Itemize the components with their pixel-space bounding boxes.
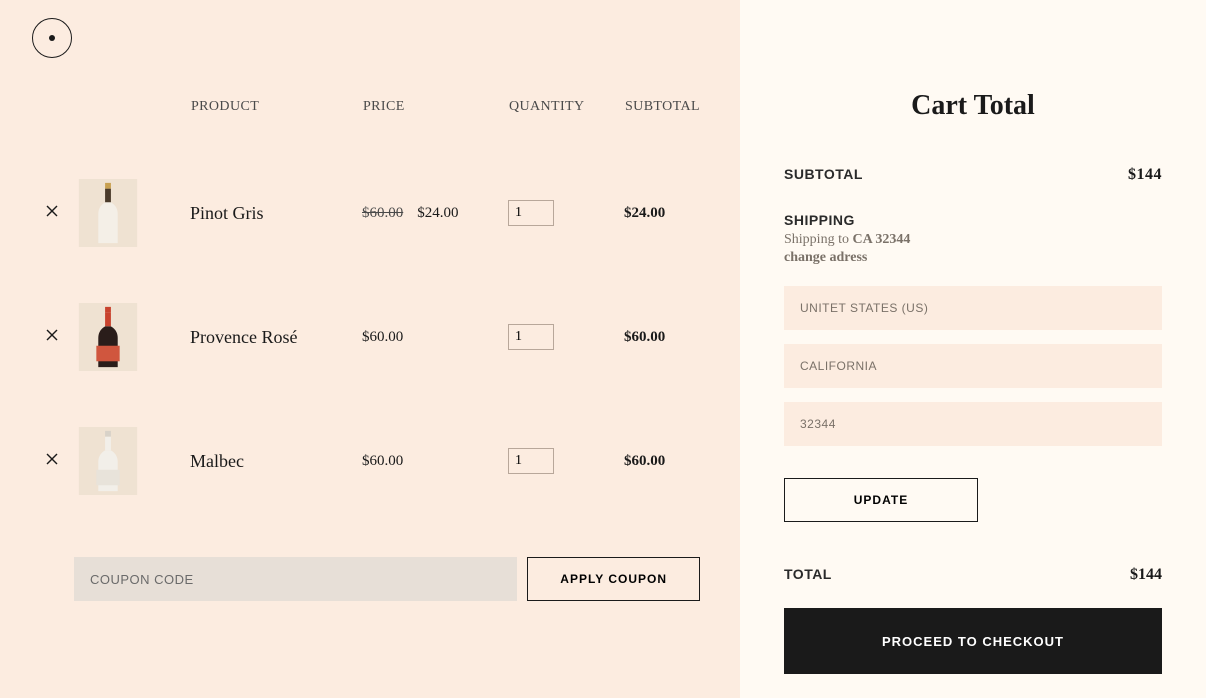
country-value: UNITET STATES (US) (800, 301, 928, 315)
product-name[interactable]: Provence Rosé (190, 327, 297, 347)
total-value: $144 (1130, 566, 1162, 584)
product-thumbnail[interactable] (74, 303, 142, 371)
zip-select[interactable]: 32344 (784, 402, 1162, 446)
shipping-destination: Shipping to CA 32344 (784, 232, 1162, 248)
shipping-label: SHIPPING (784, 212, 1162, 228)
region-select[interactable]: CALIFORNIA (784, 344, 1162, 388)
close-icon (46, 453, 58, 465)
price-current: $60.00 (362, 453, 403, 469)
header-subtotal: SUBTOTAL (624, 98, 708, 151)
header-price: PRICE (362, 98, 508, 151)
product-thumbnail[interactable] (74, 427, 142, 495)
quantity-input[interactable] (508, 448, 554, 474)
cart-table: PRODUCT PRICE QUANTITY SUBTOTAL (46, 98, 708, 523)
remove-item-button[interactable] (46, 329, 58, 343)
product-name[interactable]: Pinot Gris (190, 203, 264, 223)
shipping-to-dest: CA 32344 (852, 232, 910, 247)
quantity-input[interactable] (508, 324, 554, 350)
shipping-block: SHIPPING Shipping to CA 32344 change adr… (784, 212, 1162, 266)
brand-logo[interactable] (32, 18, 72, 58)
cart-total-panel: Cart Total SUBTOTAL $144 SHIPPING Shippi… (740, 0, 1206, 698)
line-subtotal: $60.00 (624, 453, 665, 469)
header-product: PRODUCT (190, 98, 362, 151)
cart-items-panel: PRODUCT PRICE QUANTITY SUBTOTAL (0, 0, 740, 698)
price-current: $24.00 (417, 205, 458, 221)
apply-coupon-button[interactable]: APPLY COUPON (527, 557, 700, 601)
change-address-link[interactable]: change adress (784, 250, 867, 266)
cart-row: Provence Rosé $60.00 $60.00 (46, 275, 708, 399)
close-icon (46, 205, 58, 217)
coupon-row: APPLY COUPON (74, 557, 700, 601)
shipping-to-prefix: Shipping to (784, 232, 852, 247)
cart-row: Malbec $60.00 $60.00 (46, 399, 708, 523)
line-subtotal: $60.00 (624, 329, 665, 345)
line-subtotal: $24.00 (624, 205, 665, 221)
subtotal-label: SUBTOTAL (784, 166, 863, 184)
update-button[interactable]: UPDATE (784, 478, 978, 522)
zip-value: 32344 (800, 417, 836, 431)
region-value: CALIFORNIA (800, 359, 877, 373)
price-old: $60.00 (362, 205, 403, 221)
total-row: TOTAL $144 (784, 566, 1162, 584)
close-icon (46, 329, 58, 341)
proceed-to-checkout-button[interactable]: PROCEED TO CHECKOUT (784, 608, 1162, 674)
subtotal-value: $144 (1128, 166, 1162, 184)
product-thumbnail[interactable] (74, 179, 142, 247)
total-label: TOTAL (784, 566, 832, 584)
brand-dot-icon (49, 35, 55, 41)
country-select[interactable]: UNITET STATES (US) (784, 286, 1162, 330)
quantity-input[interactable] (508, 200, 554, 226)
subtotal-row: SUBTOTAL $144 (784, 166, 1162, 184)
price-current: $60.00 (362, 329, 403, 345)
coupon-input[interactable] (74, 557, 517, 601)
cart-total-title: Cart Total (784, 90, 1162, 122)
header-quantity: QUANTITY (508, 98, 624, 151)
remove-item-button[interactable] (46, 205, 58, 219)
product-name[interactable]: Malbec (190, 451, 244, 471)
remove-item-button[interactable] (46, 453, 58, 467)
cart-row: Pinot Gris $60.00 $24.00 $24.00 (46, 151, 708, 275)
